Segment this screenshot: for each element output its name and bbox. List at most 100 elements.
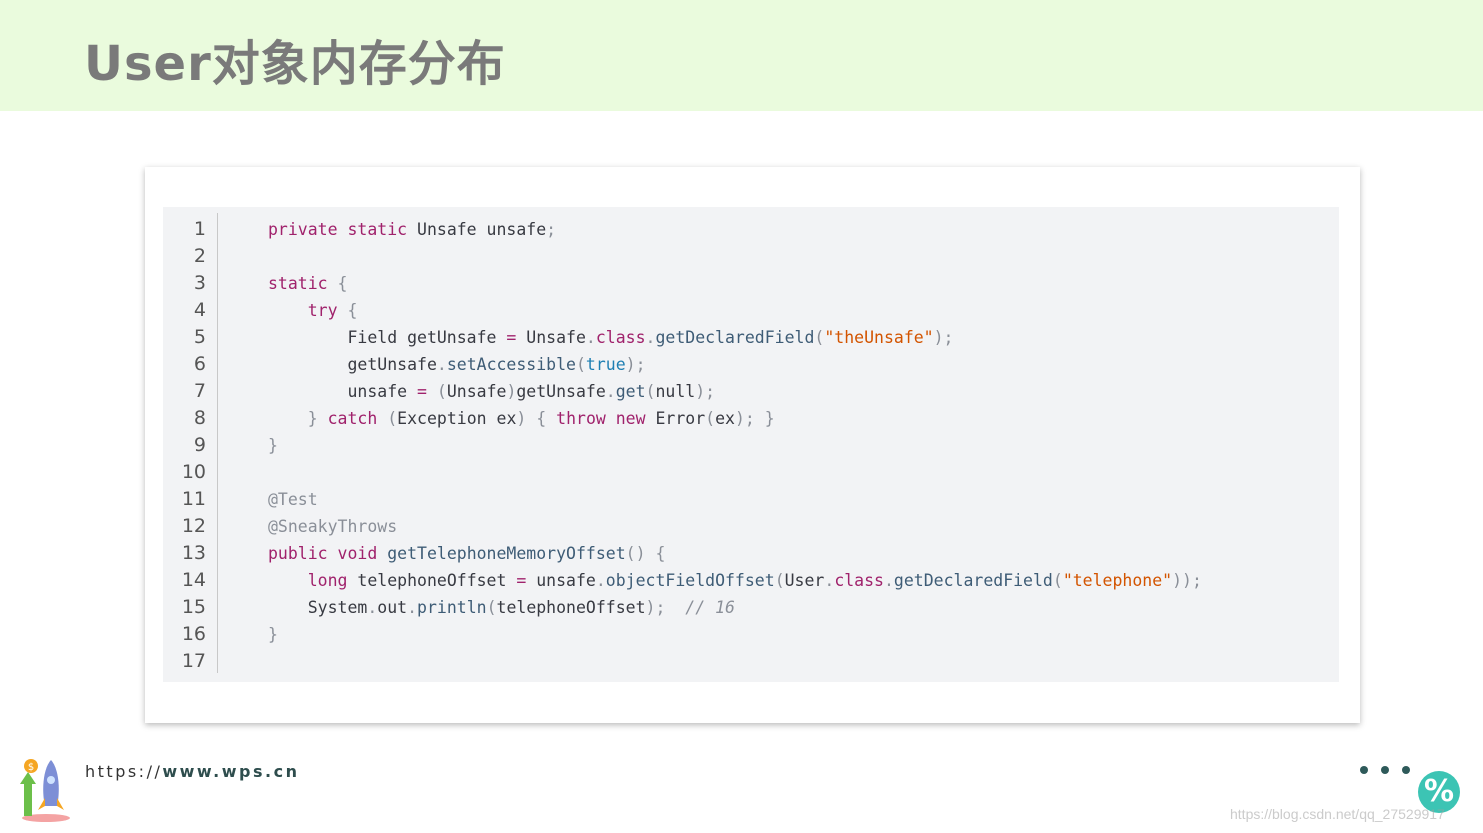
code-token: Unsafe: [516, 328, 586, 347]
code-text: }: [268, 432, 278, 459]
line-number: 13: [181, 542, 206, 564]
code-token: ex: [715, 409, 735, 428]
code-line: 7 unsafe = (Unsafe)getUnsafe.get(null);: [163, 378, 1339, 405]
line-number: 11: [181, 488, 206, 510]
code-token: try: [307, 301, 348, 320]
code-token: @Test: [268, 490, 318, 509]
url-domain: www.wps.cn: [162, 762, 300, 781]
code-token: "telephone": [1062, 571, 1173, 590]
code-line: 11 @Test: [163, 486, 1339, 513]
code-token: "theUnsafe": [824, 328, 934, 347]
code-line: 9}: [163, 432, 1339, 459]
code-token: Error: [655, 409, 706, 428]
code-token: out: [377, 598, 408, 617]
code-token: =: [417, 382, 427, 401]
code-text: getUnsafe.setAccessible(true);: [268, 351, 646, 378]
code-text: Field getUnsafe = Unsafe.class.getDeclar…: [268, 324, 953, 351]
code-token: telephoneOffset: [357, 571, 517, 590]
slide-title: User对象内存分布: [84, 36, 506, 92]
code-token: Unsafe: [446, 382, 507, 401]
line-number: 8: [193, 407, 206, 429]
code-text: @Test: [268, 486, 318, 513]
code-line: 10: [163, 459, 1339, 486]
code-token: (: [486, 598, 497, 617]
line-number: 5: [193, 326, 206, 348]
code-token: .: [645, 328, 656, 347]
code-line: 2: [163, 243, 1339, 270]
line-number: 2: [193, 245, 206, 267]
rocket-growth-icon: $: [20, 759, 70, 822]
code-token: throw new: [556, 409, 656, 428]
code-token: {: [337, 274, 348, 293]
line-number: 9: [193, 434, 206, 456]
code-text: private static Unsafe unsafe;: [268, 216, 556, 243]
line-number: 1: [193, 218, 206, 240]
code-token: System: [268, 598, 368, 617]
code-line: 1 private static Unsafe unsafe;: [163, 216, 1339, 243]
code-token: (: [1052, 571, 1063, 590]
code-token: telephoneOffset: [496, 598, 646, 617]
more-dots-icon: [1360, 766, 1410, 778]
watermark: https://blog.csdn.net/qq_27529917: [1230, 806, 1445, 822]
code-token: unsafe: [268, 382, 418, 401]
svg-text:$: $: [28, 762, 34, 773]
code-token: (: [645, 382, 656, 401]
code-token: .: [605, 382, 616, 401]
code-text: System.out.println(telephoneOffset); // …: [268, 594, 735, 621]
code-text: }: [268, 621, 278, 648]
code-line: 17: [163, 648, 1339, 675]
code-token: Field getUnsafe: [268, 328, 507, 347]
line-number: 16: [181, 623, 206, 645]
code-token: getUnsafe: [516, 382, 606, 401]
code-block: 1 private static Unsafe unsafe; 2 3 static {…: [163, 207, 1339, 682]
line-number: 4: [193, 299, 206, 321]
code-line: 12 @SneakyThrows: [163, 513, 1339, 540]
code-token: .: [585, 328, 596, 347]
dot-2: [1381, 766, 1389, 774]
code-line: 6 getUnsafe.setAccessible(true);: [163, 351, 1339, 378]
code-token: (: [705, 409, 716, 428]
code-token: getDeclaredField: [893, 571, 1053, 590]
code-token: );: [625, 355, 646, 374]
code-token: get: [615, 382, 646, 401]
code-token: setAccessible: [446, 355, 576, 374]
code-line: 5 Field getUnsafe = Unsafe.class.getDecl…: [163, 324, 1339, 351]
code-line: 13 public void getTelephoneMemoryOffset()…: [163, 540, 1339, 567]
code-token: {: [347, 301, 358, 320]
code-token: =: [506, 328, 517, 347]
dot-1: [1360, 766, 1368, 774]
line-number: 14: [181, 569, 206, 591]
code-token: );: [645, 598, 686, 617]
code-token: objectFieldOffset: [605, 571, 775, 590]
code-token: (: [814, 328, 825, 347]
code-text: long telephoneOffset = unsafe.objectFiel…: [268, 567, 1202, 594]
code-token: .: [367, 598, 378, 617]
code-token: (: [436, 382, 447, 401]
slide-header: User对象内存分布: [0, 0, 1483, 111]
code-token: getTelephoneMemoryOffset: [387, 544, 626, 563]
line-number: 12: [181, 515, 206, 537]
code-token: (: [774, 571, 785, 590]
code-token: getUnsafe: [268, 355, 437, 374]
code-text: unsafe = (Unsafe)getUnsafe.get(null);: [268, 378, 715, 405]
code-token: () {: [625, 544, 666, 563]
dot-3: [1402, 766, 1410, 774]
footer-url[interactable]: https://www.wps.cn: [85, 762, 299, 781]
code-token: public void: [268, 544, 388, 563]
code-token: .: [883, 571, 894, 590]
code-text: public void getTelephoneMemoryOffset() {: [268, 540, 665, 567]
code-token: ;: [546, 220, 557, 239]
code-token: .: [595, 571, 606, 590]
code-line: 16}: [163, 621, 1339, 648]
code-text: static {: [268, 270, 347, 297]
code-token: }: [307, 409, 328, 428]
code-token: // 16: [685, 598, 735, 617]
code-line: 14 long telephoneOffset = unsafe.objectF…: [163, 567, 1339, 594]
code-line: 4 try {: [163, 297, 1339, 324]
code-token: .: [407, 598, 418, 617]
code-token: getDeclaredField: [655, 328, 815, 347]
line-number: 17: [181, 650, 206, 672]
